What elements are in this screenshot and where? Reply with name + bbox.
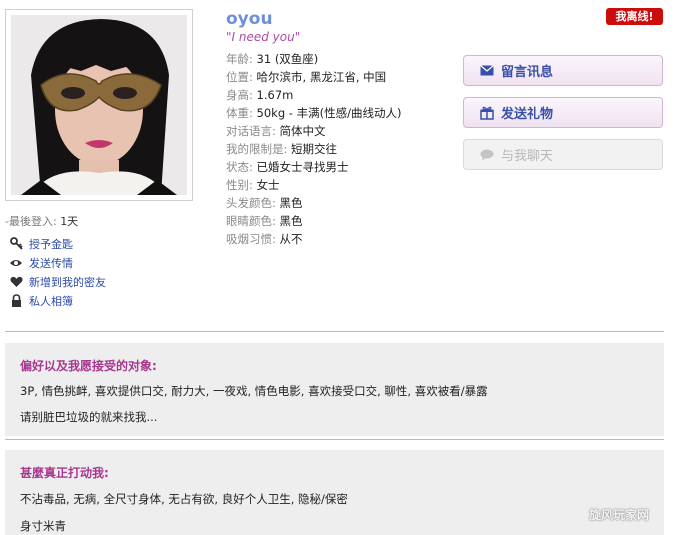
preferences-title: 偏好以及我愿接受的对象: (20, 359, 157, 373)
send-gift-label: 发送礼物 (501, 107, 554, 122)
profile-photo-image (11, 15, 187, 195)
detail-key: 位置: (226, 70, 253, 84)
turn-ons-line: 身寸米青 (20, 519, 66, 533)
detail-weight: 体重: 50kg - 丰满(性感/曲线动人) (226, 104, 401, 122)
last-login-label: -最後登入: (5, 215, 57, 228)
detail-limit: 我的限制是: 短期交往 (226, 140, 401, 158)
detail-language: 对话语言: 简体中文 (226, 122, 401, 140)
send-wink-link[interactable]: 发送传情 (9, 253, 106, 272)
side-actions: 授予金匙 发送传情 新增到我的密友 私人相簿 (9, 234, 106, 310)
private-album-link[interactable]: 私人相簿 (9, 291, 106, 310)
section-divider (5, 331, 664, 332)
turn-ons-title: 甚麼真正打动我: (20, 466, 109, 480)
lock-icon (9, 294, 23, 308)
detail-key: 对话语言: (226, 124, 276, 138)
detail-height: 身高: 1.67m (226, 86, 401, 104)
detail-value: 31 (双鱼座) (256, 52, 319, 66)
last-login: -最後登入: 1天 (5, 213, 78, 229)
key-icon (9, 237, 23, 251)
send-gift-button[interactable]: 发送礼物 (463, 97, 663, 128)
detail-value: 女士 (256, 178, 280, 192)
detail-gender: 性别: 女士 (226, 176, 401, 194)
detail-value: 从不 (279, 232, 303, 246)
profile-details: 年龄: 31 (双鱼座) 位置: 哈尔滨市, 黑龙江省, 中国 身高: 1.67… (226, 50, 401, 248)
detail-value: 哈尔滨市, 黑龙江省, 中国 (256, 70, 387, 84)
leave-message-button[interactable]: 留言讯息 (463, 55, 663, 86)
detail-status: 状态: 已婚女士寻找男士 (226, 158, 401, 176)
profile-photo-frame (5, 9, 193, 201)
add-friend-link[interactable]: 新增到我的密友 (9, 272, 106, 291)
offline-status-badge: 我离线! (606, 8, 663, 25)
detail-key: 年龄: (226, 52, 253, 66)
detail-key: 性别: (226, 178, 253, 192)
site-watermark: 旋风玩家网 (588, 507, 649, 522)
private-album-label: 私人相簿 (29, 294, 73, 308)
detail-value: 简体中文 (279, 124, 326, 138)
detail-key: 吸烟习惯: (226, 232, 276, 246)
detail-value: 50kg - 丰满(性感/曲线动人) (256, 106, 402, 120)
detail-key: 状态: (226, 160, 253, 174)
detail-value: 已婚女士寻找男士 (256, 160, 349, 174)
detail-key: 体重: (226, 106, 253, 120)
detail-value: 黑色 (279, 196, 303, 210)
gift-icon (479, 105, 495, 121)
add-friend-label: 新增到我的密友 (29, 275, 106, 289)
detail-value: 短期交往 (291, 142, 338, 156)
detail-value: 1.67m (256, 88, 294, 102)
give-key-link[interactable]: 授予金匙 (9, 234, 106, 253)
detail-smoking: 吸烟习惯: 从不 (226, 230, 401, 248)
profile-photo[interactable] (11, 15, 187, 195)
tagline: "I need you" (226, 30, 301, 44)
detail-value: 黑色 (279, 214, 303, 228)
give-key-label: 授予金匙 (29, 237, 73, 251)
detail-key: 眼睛颜色: (226, 214, 276, 228)
preferences-line: 3P, 情色挑衅, 喜欢提供口交, 耐力大, 一夜戏, 情色电影, 喜欢接受口交… (20, 384, 488, 398)
section-divider (5, 439, 664, 440)
eye-icon (9, 256, 23, 270)
preferences-line: 请别脏巴垃圾的就来找我... (20, 410, 158, 424)
chat-bubble-icon (479, 147, 495, 163)
detail-age: 年龄: 31 (双鱼座) (226, 50, 401, 68)
turn-ons-line: 不沾毒品, 无病, 全尺寸身体, 无占有欲, 良好个人卫生, 隐秘/保密 (20, 492, 348, 506)
send-wink-label: 发送传情 (29, 256, 73, 270)
envelope-icon (479, 63, 495, 79)
detail-key: 身高: (226, 88, 253, 102)
detail-eye-color: 眼睛颜色: 黑色 (226, 212, 401, 230)
username[interactable]: oyou (226, 9, 273, 29)
detail-hair-color: 头发颜色: 黑色 (226, 194, 401, 212)
leave-message-label: 留言讯息 (501, 65, 554, 80)
preferences-section: 偏好以及我愿接受的对象: 3P, 情色挑衅, 喜欢提供口交, 耐力大, 一夜戏,… (5, 343, 664, 436)
detail-key: 我的限制是: (226, 142, 288, 156)
detail-key: 头发颜色: (226, 196, 276, 210)
chat-with-me-label: 与我聊天 (501, 149, 554, 164)
heart-icon (9, 275, 23, 289)
last-login-value: 1天 (60, 215, 79, 228)
detail-location: 位置: 哈尔滨市, 黑龙江省, 中国 (226, 68, 401, 86)
chat-with-me-button[interactable]: 与我聊天 (463, 139, 663, 170)
